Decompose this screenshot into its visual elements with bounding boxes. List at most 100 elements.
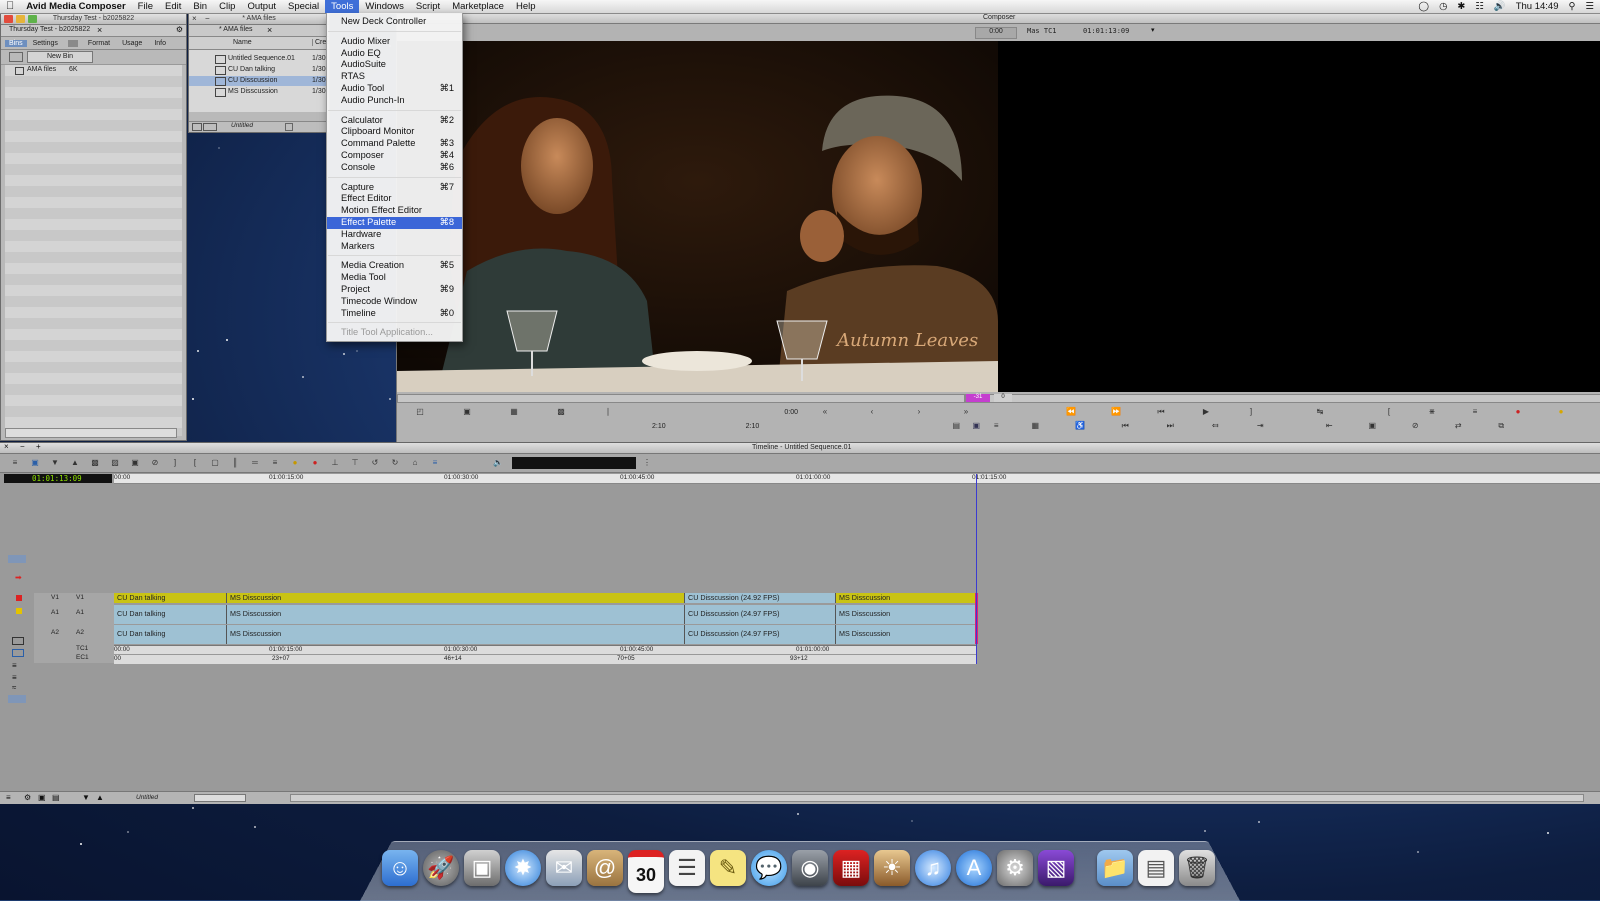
mark-in-icon[interactable]: [: [1382, 407, 1396, 417]
menu-windows[interactable]: Windows: [359, 0, 410, 13]
bin-fast-menu-icon[interactable]: [203, 123, 217, 131]
trim-icon[interactable]: ║: [228, 458, 242, 468]
table-row[interactable]: CU Disscussion 1/30: [189, 76, 327, 86]
apple-menu-icon[interactable]: : [0, 0, 20, 13]
position-indicator[interactable]: [976, 474, 977, 664]
system-preferences-icon[interactable]: ⚙: [997, 850, 1033, 886]
replace-icon[interactable]: ⇄: [1451, 421, 1465, 431]
menu-item-command-palette[interactable]: Command Palette ⌘3: [327, 138, 462, 150]
zoom-icon[interactable]: [8, 695, 26, 703]
segment-extract-icon[interactable]: ↺: [368, 458, 382, 468]
grid-icon[interactable]: ▦: [1028, 421, 1042, 431]
close-icon[interactable]: ×: [192, 14, 197, 24]
reminders-icon[interactable]: ☰: [669, 850, 705, 886]
tab-settings[interactable]: Settings: [27, 40, 64, 47]
menu-item-markers[interactable]: Markers: [327, 241, 462, 253]
timeline-ruler[interactable]: 00:00 01:00:15:00 01:00:30:00 01:00:45:0…: [114, 474, 1600, 484]
script-icon[interactable]: [68, 40, 78, 47]
new-bin-button[interactable]: New Bin: [27, 51, 93, 63]
table-row[interactable]: CU Dan talking 1/30: [189, 65, 327, 75]
menu-file[interactable]: File: [132, 0, 159, 13]
safari-icon[interactable]: ✸: [505, 850, 541, 886]
splice-in-icon[interactable]: ⋇: [1425, 407, 1439, 417]
monitor-icon[interactable]: ▩: [88, 458, 102, 468]
audio-clip[interactable]: MS Disscussion: [227, 625, 685, 644]
wifi-icon[interactable]: ☷: [1475, 1, 1484, 12]
menu-tools[interactable]: Tools: [325, 0, 359, 13]
timeline-view-select[interactable]: Untitled: [136, 794, 158, 801]
track-header-a2[interactable]: A2 A2: [34, 625, 114, 644]
link-icon[interactable]: ≡: [428, 458, 442, 468]
fast-menu-icon[interactable]: ≡: [8, 458, 22, 468]
track-header-ec1[interactable]: EC1: [34, 654, 114, 663]
mark-out-icon[interactable]: ]: [1244, 407, 1258, 417]
menu-edit[interactable]: Edit: [159, 0, 187, 13]
shield-icon[interactable]: ◯: [1418, 1, 1429, 12]
audio-clip[interactable]: CU Disscussion (24.97 FPS): [685, 605, 836, 624]
clock[interactable]: Thu 14:49: [1516, 1, 1559, 12]
segment-lift-icon[interactable]: ⊤: [348, 458, 362, 468]
menu-item-media-tool[interactable]: Media Tool: [327, 272, 462, 284]
track-header-tc1[interactable]: TC1: [34, 645, 114, 654]
close-icon[interactable]: ×: [97, 25, 102, 35]
ruler-icon[interactable]: ⌂: [408, 458, 422, 468]
list-item[interactable]: AMA files 6K: [5, 65, 182, 76]
menu-item-capture[interactable]: Capture ⌘7: [327, 182, 462, 194]
fast-forward-icon[interactable]: ⏩: [1109, 407, 1123, 417]
chevron-up-icon[interactable]: ▲: [96, 793, 104, 802]
overwrite-icon[interactable]: ≡: [268, 458, 282, 468]
facetime-icon[interactable]: ◉: [792, 850, 828, 886]
iphoto-icon[interactable]: ☀: [874, 850, 910, 886]
trash-icon[interactable]: 🗑: [1179, 850, 1215, 886]
menu-item-timecode-window[interactable]: Timecode Window: [327, 296, 462, 308]
single-monitor-icon[interactable]: ▤: [949, 421, 963, 431]
chevron-down-icon[interactable]: ▼: [82, 793, 90, 802]
go-to-in-icon[interactable]: ⏮: [1154, 407, 1168, 417]
up-arrow-icon[interactable]: ▲: [68, 458, 82, 468]
blue-monitor-icon[interactable]: [12, 649, 24, 657]
photo-browser-icon[interactable]: ▣: [464, 850, 500, 886]
menu-item-audio-eq[interactable]: Audio EQ: [327, 48, 462, 60]
close-icon[interactable]: ×: [267, 25, 272, 35]
splice-in-icon[interactable]: ↻: [388, 458, 402, 468]
clipboard-icon[interactable]: ▣: [460, 407, 474, 417]
audio-clip[interactable]: MS Disscussion: [227, 605, 685, 624]
notification-center-icon[interactable]: ☰: [1585, 1, 1594, 12]
menu-icon[interactable]: ≡: [989, 421, 1003, 431]
link-icon[interactable]: ♿: [1073, 421, 1087, 431]
track-header-v1[interactable]: V1 V1: [34, 593, 114, 603]
list-icon[interactable]: ≡: [12, 661, 17, 670]
tab-info[interactable]: Info: [148, 40, 172, 47]
zoom-slider[interactable]: [194, 794, 246, 802]
menu-item-media-creation[interactable]: Media Creation ⌘5: [327, 260, 462, 272]
app-store-icon[interactable]: A: [956, 850, 992, 886]
menu-item-effect-palette[interactable]: Effect Palette ⌘8: [327, 217, 462, 229]
dots-icon[interactable]: ⋮: [640, 458, 654, 468]
source-position-bar[interactable]: [397, 394, 965, 403]
record-timecode[interactable]: 01:01:13:09: [1083, 27, 1129, 35]
video-clip[interactable]: CU Disscussion (24.92 FPS): [685, 593, 836, 603]
itunes-icon[interactable]: ♫: [915, 850, 951, 886]
yellow-square-icon[interactable]: [16, 608, 22, 614]
bin-view-select[interactable]: Untitled: [231, 122, 253, 129]
messages-icon[interactable]: 💬: [751, 850, 787, 886]
menu-item-calculator[interactable]: Calculator ⌘2: [327, 115, 462, 127]
bin-tab[interactable]: * AMA files: [219, 26, 252, 33]
menu-item-composer[interactable]: Composer ⌘4: [327, 150, 462, 162]
red-record-icon[interactable]: ●: [1511, 407, 1525, 417]
notes-icon[interactable]: ✎: [710, 850, 746, 886]
launchpad-icon[interactable]: 🚀: [423, 850, 459, 886]
menu-item-audiosuite[interactable]: AudioSuite: [327, 59, 462, 71]
tab-bins[interactable]: Bins: [5, 40, 27, 47]
go-to-out-icon[interactable]: ⇥: [1253, 421, 1267, 431]
video-quality-icon[interactable]: ▣: [28, 458, 42, 468]
rewind-icon[interactable]: ⏪: [1064, 407, 1078, 417]
horizontal-scrollbar[interactable]: [290, 794, 1584, 802]
menu-marketplace[interactable]: Marketplace: [446, 0, 510, 13]
video-clip[interactable]: CU Dan talking: [114, 593, 227, 603]
mark-out-icon[interactable]: ]: [168, 458, 182, 468]
audio-clip[interactable]: MS Disscussion: [836, 605, 977, 624]
dual-monitor-icon[interactable]: ▣: [969, 421, 983, 431]
yellow-record-icon[interactable]: ●: [288, 458, 302, 468]
down-arrow-icon[interactable]: ▼: [48, 458, 62, 468]
